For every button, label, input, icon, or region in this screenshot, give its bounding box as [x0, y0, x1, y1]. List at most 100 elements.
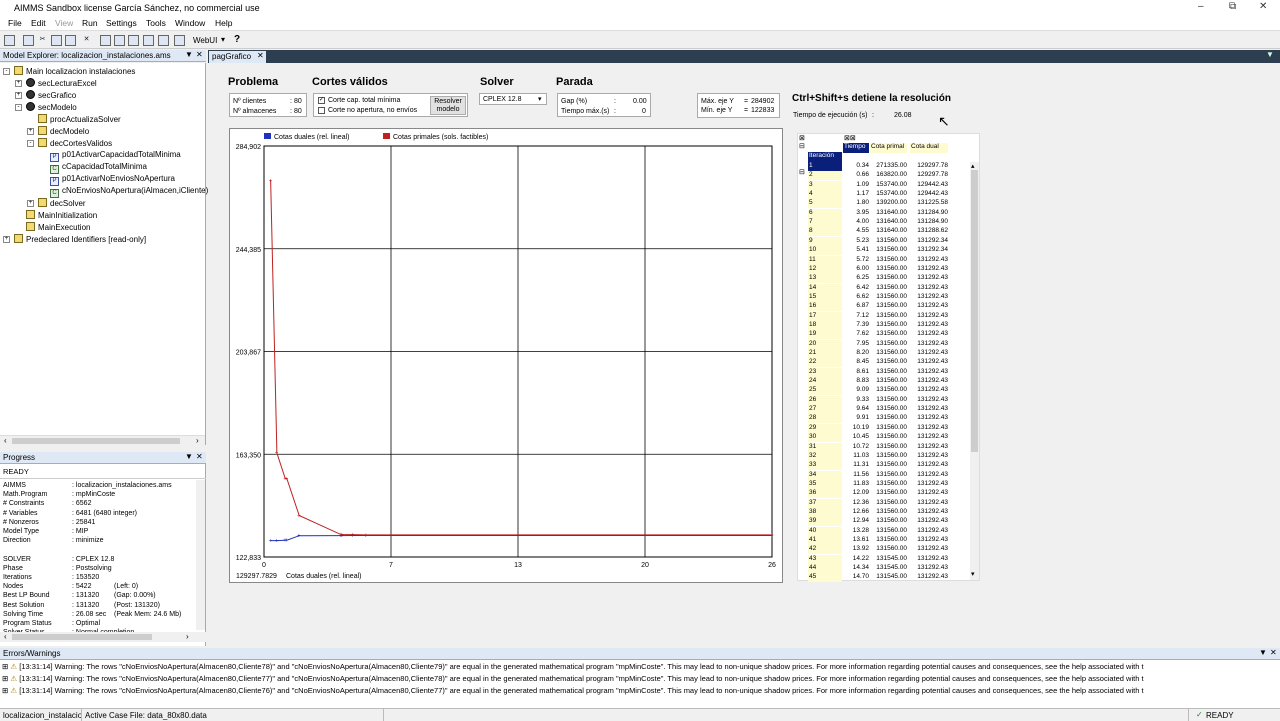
close-icon[interactable]: ✕	[1259, 1, 1267, 12]
minimize-icon[interactable]: –	[1198, 1, 1204, 12]
table-cell[interactable]: 131560.00	[870, 274, 907, 283]
tree-item[interactable]: CcNoEnviosNoApertura(iAlmacen,iCliente)	[50, 186, 208, 198]
table-cell[interactable]: 6.62	[843, 293, 869, 302]
cut-icon[interactable]: ✂	[37, 35, 48, 46]
table-cell[interactable]: 139200.00	[870, 199, 907, 208]
pin-icon[interactable]: ▼	[185, 452, 193, 461]
table-cell[interactable]: 4.55	[843, 227, 869, 236]
table-cell[interactable]: 131292.34	[910, 246, 948, 255]
table-cell[interactable]: 131560.00	[870, 349, 907, 358]
table-cell[interactable]: 131560.00	[870, 414, 907, 423]
table-corner-icon[interactable]: ⊠⊠	[844, 134, 856, 142]
menu-window[interactable]: Window	[175, 18, 205, 28]
table-cell[interactable]: 10.45	[843, 433, 869, 442]
table-cell[interactable]: 131292.43	[910, 452, 948, 461]
tree-expander[interactable]: +	[27, 128, 34, 135]
tree-item[interactable]: procActualizaSolver	[38, 114, 121, 124]
table-cell[interactable]: 9.09	[843, 386, 869, 395]
table-cell[interactable]: 131292.43	[910, 471, 948, 480]
table-cell[interactable]: 12.09	[843, 489, 869, 498]
tree-item[interactable]: secModelo	[26, 102, 77, 112]
min-y-field[interactable]: 122833	[751, 107, 774, 114]
tree-expander[interactable]: -	[27, 140, 34, 147]
tree-expander[interactable]: -	[3, 68, 10, 75]
table-cell[interactable]: 131560.00	[870, 527, 907, 536]
restore-icon[interactable]: ⧉	[1229, 1, 1236, 12]
table-cell[interactable]: 131560.00	[870, 340, 907, 349]
table-cell[interactable]: 0.66	[843, 171, 869, 180]
table-cell[interactable]: 131292.43	[910, 545, 948, 554]
table-cell[interactable]: 131292.43	[910, 433, 948, 442]
table-cell[interactable]: 131560.00	[870, 499, 907, 508]
warning-row[interactable]: ⊞ ⚠ [13:31:14] Warning: The rows "cNoEnv…	[2, 674, 1144, 683]
table-cell[interactable]: 8.45	[843, 358, 869, 367]
table-cell[interactable]: 131560.00	[870, 443, 907, 452]
table-cell[interactable]: 7.62	[843, 330, 869, 339]
tree-item[interactable]: decSolver	[38, 198, 86, 208]
table-cell[interactable]: 6.25	[843, 274, 869, 283]
warning-row[interactable]: ⊞ ⚠ [13:31:14] Warning: The rows "cNoEnv…	[2, 662, 1144, 671]
table-cell[interactable]: 13.61	[843, 536, 869, 545]
menu-file[interactable]: File	[8, 18, 22, 28]
close-icon[interactable]: ✕	[1270, 648, 1277, 657]
table-cell[interactable]: 131560.00	[870, 452, 907, 461]
table-cell[interactable]: 131560.00	[870, 284, 907, 293]
table-cell[interactable]: 8.83	[843, 377, 869, 386]
table-cell[interactable]: 3.95	[843, 209, 869, 218]
table-cell[interactable]: 8.61	[843, 368, 869, 377]
table-cell[interactable]: 4.00	[843, 218, 869, 227]
table-cell[interactable]: 153740.00	[870, 190, 907, 199]
table-cell[interactable]: 5.41	[843, 246, 869, 255]
pin-icon[interactable]: ▼	[185, 50, 193, 59]
resolver-modelo-button[interactable]: Resolver modelo	[430, 96, 466, 115]
table-cell[interactable]: 131292.43	[910, 293, 948, 302]
table-cell[interactable]: 131292.43	[910, 443, 948, 452]
tree-item[interactable]: decCortesValidos	[38, 138, 112, 148]
table-cell[interactable]: 131560.00	[870, 265, 907, 274]
tree-item[interactable]: Predeclared Identifiers [read-only]	[14, 234, 146, 244]
pin-icon[interactable]: ▼	[1266, 50, 1274, 59]
table-cell[interactable]: 131292.43	[910, 461, 948, 470]
corte-no-apertura-checkbox[interactable]	[318, 107, 325, 114]
table-cell[interactable]: 131560.00	[870, 461, 907, 470]
data-manager-icon[interactable]	[158, 35, 169, 46]
table-cell[interactable]: 131292.43	[910, 284, 948, 293]
identifier-icon[interactable]	[100, 35, 111, 46]
table-cell[interactable]: 12.66	[843, 508, 869, 517]
table-cell[interactable]: 131292.43	[910, 489, 948, 498]
table-cell[interactable]: 131292.43	[910, 302, 948, 311]
tree-expander[interactable]: +	[15, 80, 22, 87]
tree-expander[interactable]: -	[15, 104, 22, 111]
solver-select[interactable]: CPLEX 12.8 ▾	[479, 93, 547, 105]
menu-settings[interactable]: Settings	[106, 18, 137, 28]
table-cell[interactable]: 131292.43	[910, 340, 948, 349]
tree-item[interactable]: secLecturaExcel	[26, 78, 97, 88]
table-cell[interactable]: 131292.43	[910, 517, 948, 526]
table-cell[interactable]: 5.72	[843, 256, 869, 265]
warning-row[interactable]: ⊞ ⚠ [13:31:14] Warning: The rows "cNoEnv…	[2, 686, 1144, 695]
close-icon[interactable]: ✕	[257, 51, 264, 60]
table-cell[interactable]: 10.19	[843, 424, 869, 433]
table-cell[interactable]: 131292.43	[910, 386, 948, 395]
progress-hscroll[interactable]: ‹ ›	[0, 632, 206, 642]
table-cell[interactable]: 131292.43	[910, 573, 948, 582]
table-cell[interactable]: 131560.00	[870, 246, 907, 255]
table-cell[interactable]: 131560.00	[870, 517, 907, 526]
table-cell[interactable]: 131560.00	[870, 256, 907, 265]
table-cell[interactable]: 131560.00	[870, 424, 907, 433]
table-cell[interactable]: 131560.00	[870, 368, 907, 377]
table-cell[interactable]: 131288.62	[910, 227, 948, 236]
table-cell[interactable]: 131560.00	[870, 377, 907, 386]
table-cell[interactable]: 129442.43	[910, 181, 948, 190]
help-icon[interactable]: ?	[234, 34, 240, 45]
table-cell[interactable]: 131292.43	[910, 536, 948, 545]
table-cell[interactable]: 14.34	[843, 564, 869, 573]
table-cell[interactable]: 131560.00	[870, 545, 907, 554]
tree-item[interactable]: secGrafico	[26, 90, 76, 100]
table-cell[interactable]: 11.31	[843, 461, 869, 470]
tree-item[interactable]: decModelo	[38, 126, 89, 136]
table-cell[interactable]: 11.03	[843, 452, 869, 461]
menu-builder-icon[interactable]	[143, 35, 154, 46]
almacenes-field[interactable]: 80	[294, 108, 302, 115]
table-cell[interactable]: 13.28	[843, 527, 869, 536]
